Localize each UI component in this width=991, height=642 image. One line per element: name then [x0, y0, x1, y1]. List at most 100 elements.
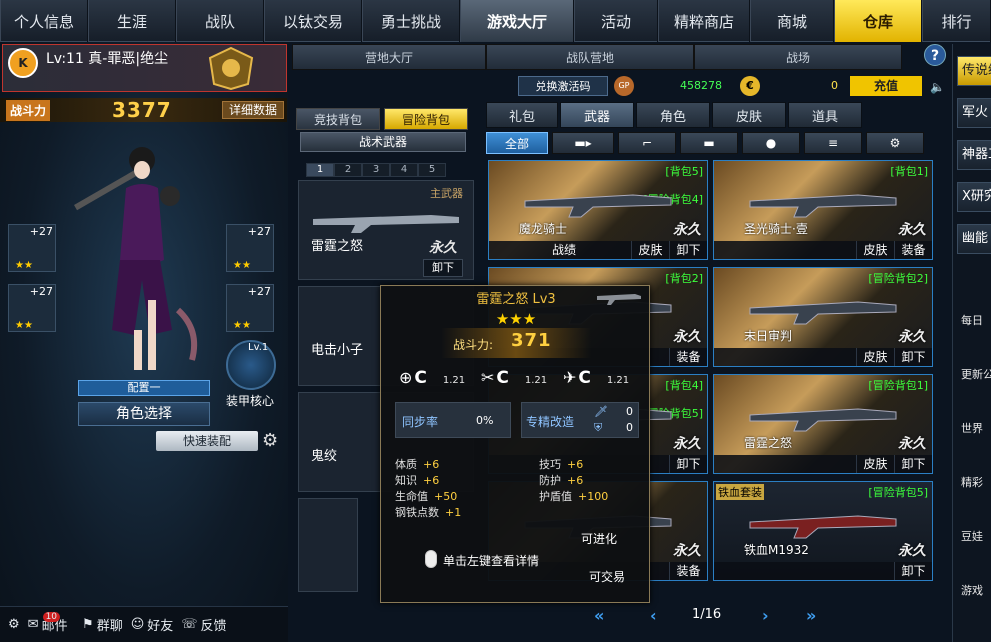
- next-page-icon[interactable]: ›: [762, 606, 769, 625]
- group-chat-button[interactable]: ⚑ 群聊: [82, 615, 123, 634]
- stat-row: 技巧 +6: [539, 456, 583, 472]
- filter-rifle-icon[interactable]: ▬▸: [552, 132, 614, 154]
- nav-tab[interactable]: 精粹商店: [658, 0, 750, 42]
- bag-page-tab[interactable]: 4: [390, 163, 418, 177]
- card-action-button[interactable]: 卸下: [894, 348, 932, 366]
- nav-tab[interactable]: 以钛交易: [264, 0, 362, 42]
- filter-settings-icon[interactable]: ⚙: [866, 132, 924, 154]
- equip-slot-gloves[interactable]: +27 ★★: [8, 284, 56, 332]
- tactical-weapon-header[interactable]: 战术武器: [300, 132, 466, 152]
- bottom-toolbar: ⚙ ✉ 邮件 10 ⚑ 群聊 ☺ 好友 ☏ 反馈: [0, 606, 288, 642]
- category-tab[interactable]: 武器: [560, 102, 634, 128]
- gear-icon[interactable]: ⚙: [262, 430, 284, 452]
- redeem-code-button[interactable]: 兑换激活码: [518, 76, 608, 96]
- quick-equip-button[interactable]: 快速装配: [156, 431, 258, 451]
- card-action-button[interactable]: 装备: [894, 241, 932, 259]
- nav-tab[interactable]: 活动: [574, 0, 658, 42]
- side-icon-label[interactable]: 豆娃: [961, 528, 983, 544]
- side-icon-label[interactable]: 每日: [961, 312, 983, 328]
- card-action-button[interactable]: 战绩: [539, 241, 589, 259]
- nav-tab[interactable]: 商城: [750, 0, 834, 42]
- adventure-bag-tab[interactable]: 冒险背包: [384, 108, 468, 130]
- nav-tab[interactable]: 排行: [922, 0, 991, 42]
- prev-page-icon[interactable]: ‹: [650, 606, 657, 625]
- mail-badge: 10: [42, 611, 61, 622]
- phone-icon: ☏: [181, 617, 198, 632]
- side-icon-label[interactable]: 更新公: [961, 366, 991, 382]
- config-selector[interactable]: 配置一: [78, 380, 210, 396]
- side-menu-button[interactable]: 军火: [957, 98, 991, 128]
- weapon-card[interactable]: [冒险背包1] 雷霆之怒 永久 皮肤 卸下: [713, 374, 933, 474]
- slot-plus: +27: [29, 285, 53, 298]
- weapon-card[interactable]: [背包5] [冒险背包4] 魔龙骑士 永久 战绩 皮肤 卸下: [488, 160, 708, 260]
- side-menu-button[interactable]: X研究: [957, 182, 991, 212]
- nav-tab[interactable]: 战队: [176, 0, 264, 42]
- tooltip-power-value: 371: [511, 330, 552, 351]
- equip-slot-armor[interactable]: +27 ★★: [226, 284, 274, 332]
- unload-button[interactable]: 卸下: [423, 259, 463, 277]
- side-menu-button[interactable]: 传说级: [957, 56, 991, 86]
- side-menu-button[interactable]: 幽能: [957, 224, 991, 254]
- sub-tab[interactable]: 战场: [694, 44, 902, 70]
- equip-slot-helmet[interactable]: +27 ★★: [8, 224, 56, 272]
- card-action-button[interactable]: 卸下: [669, 455, 707, 473]
- recharge-button[interactable]: 充值: [850, 76, 922, 96]
- card-action-button[interactable]: 卸下: [894, 455, 932, 473]
- bag-page-tab[interactable]: 3: [362, 163, 390, 177]
- side-menu-button[interactable]: 神器工: [957, 140, 991, 170]
- category-tab[interactable]: 礼包: [486, 102, 558, 128]
- settings-icon[interactable]: ⚙: [8, 617, 20, 632]
- bag-slot-grenade[interactable]: [298, 498, 358, 592]
- card-action-button[interactable]: 皮肤: [856, 455, 894, 473]
- card-action-button[interactable]: 装备: [669, 562, 707, 580]
- card-action-button[interactable]: 卸下: [894, 562, 932, 580]
- bag-page-tab[interactable]: 5: [418, 163, 446, 177]
- detail-data-button[interactable]: 详细数据: [222, 101, 284, 119]
- weapon-card[interactable]: [冒险背包5] 铁血套装 铁血M1932 永久 卸下: [713, 481, 933, 581]
- filter-knife-icon[interactable]: ▬: [680, 132, 738, 154]
- weapon-card[interactable]: [背包1] 圣光骑士·壹 永久 皮肤 装备: [713, 160, 933, 260]
- category-tab[interactable]: 角色: [636, 102, 710, 128]
- role-select-button[interactable]: 角色选择: [78, 402, 210, 426]
- bag-slot-main[interactable]: 主武器 雷霆之怒 永久 卸下: [298, 180, 474, 280]
- friends-button[interactable]: ☺ 好友: [131, 615, 174, 634]
- crosshair-icon: ⊕: [399, 368, 413, 387]
- stat-row: 体质 +6: [395, 456, 439, 472]
- card-action-button[interactable]: 装备: [669, 348, 707, 366]
- bag-page-tab[interactable]: 2: [334, 163, 362, 177]
- card-action-button[interactable]: 卸下: [669, 241, 707, 259]
- card-action-button[interactable]: 皮肤: [856, 241, 894, 259]
- nav-tab[interactable]: 仓库: [834, 0, 922, 42]
- side-icon-label[interactable]: 精彩: [961, 474, 983, 490]
- first-page-icon[interactable]: «: [594, 606, 604, 625]
- card-action-button[interactable]: 皮肤: [856, 348, 894, 366]
- feedback-button[interactable]: ☏ 反馈: [181, 615, 226, 634]
- last-page-icon[interactable]: »: [806, 606, 816, 625]
- weapon-card[interactable]: [冒险背包2] 末日审判 永久 皮肤 卸下: [713, 267, 933, 367]
- sync-rate-box: 同步率 0%: [395, 402, 511, 438]
- filter-pistol-icon[interactable]: ⌐: [618, 132, 676, 154]
- filter-special-icon[interactable]: ≡: [804, 132, 862, 154]
- refine-a: 0: [626, 405, 633, 418]
- category-tab[interactable]: 皮肤: [712, 102, 786, 128]
- nav-tab[interactable]: 勇士挑战: [362, 0, 460, 42]
- card-action-button[interactable]: 皮肤: [631, 241, 669, 259]
- side-icon-label[interactable]: 世界: [961, 420, 983, 436]
- nav-tab[interactable]: 生涯: [88, 0, 176, 42]
- nav-tab[interactable]: 个人信息: [0, 0, 88, 42]
- sub-tab[interactable]: 战队营地: [486, 44, 694, 70]
- filter-grenade-icon[interactable]: ●: [742, 132, 800, 154]
- bag-page-tab[interactable]: 1: [306, 163, 334, 177]
- slot-stars: ★★: [233, 260, 251, 271]
- help-icon[interactable]: ?: [924, 44, 946, 66]
- weapon-name: 雷霆之怒: [744, 436, 793, 450]
- category-tab[interactable]: 道具: [788, 102, 862, 128]
- nav-tab[interactable]: 游戏大厅: [460, 0, 574, 42]
- competitive-bag-tab[interactable]: 竞技背包: [296, 108, 380, 130]
- stat-value: +6: [567, 474, 584, 487]
- sub-tab[interactable]: 营地大厅: [292, 44, 486, 70]
- mail-button[interactable]: ✉ 邮件 10: [28, 611, 88, 634]
- filter-all[interactable]: 全部: [486, 132, 548, 154]
- side-icon-label[interactable]: 游戏: [961, 582, 983, 598]
- equip-slot-goggles[interactable]: +27 ★★: [226, 224, 274, 272]
